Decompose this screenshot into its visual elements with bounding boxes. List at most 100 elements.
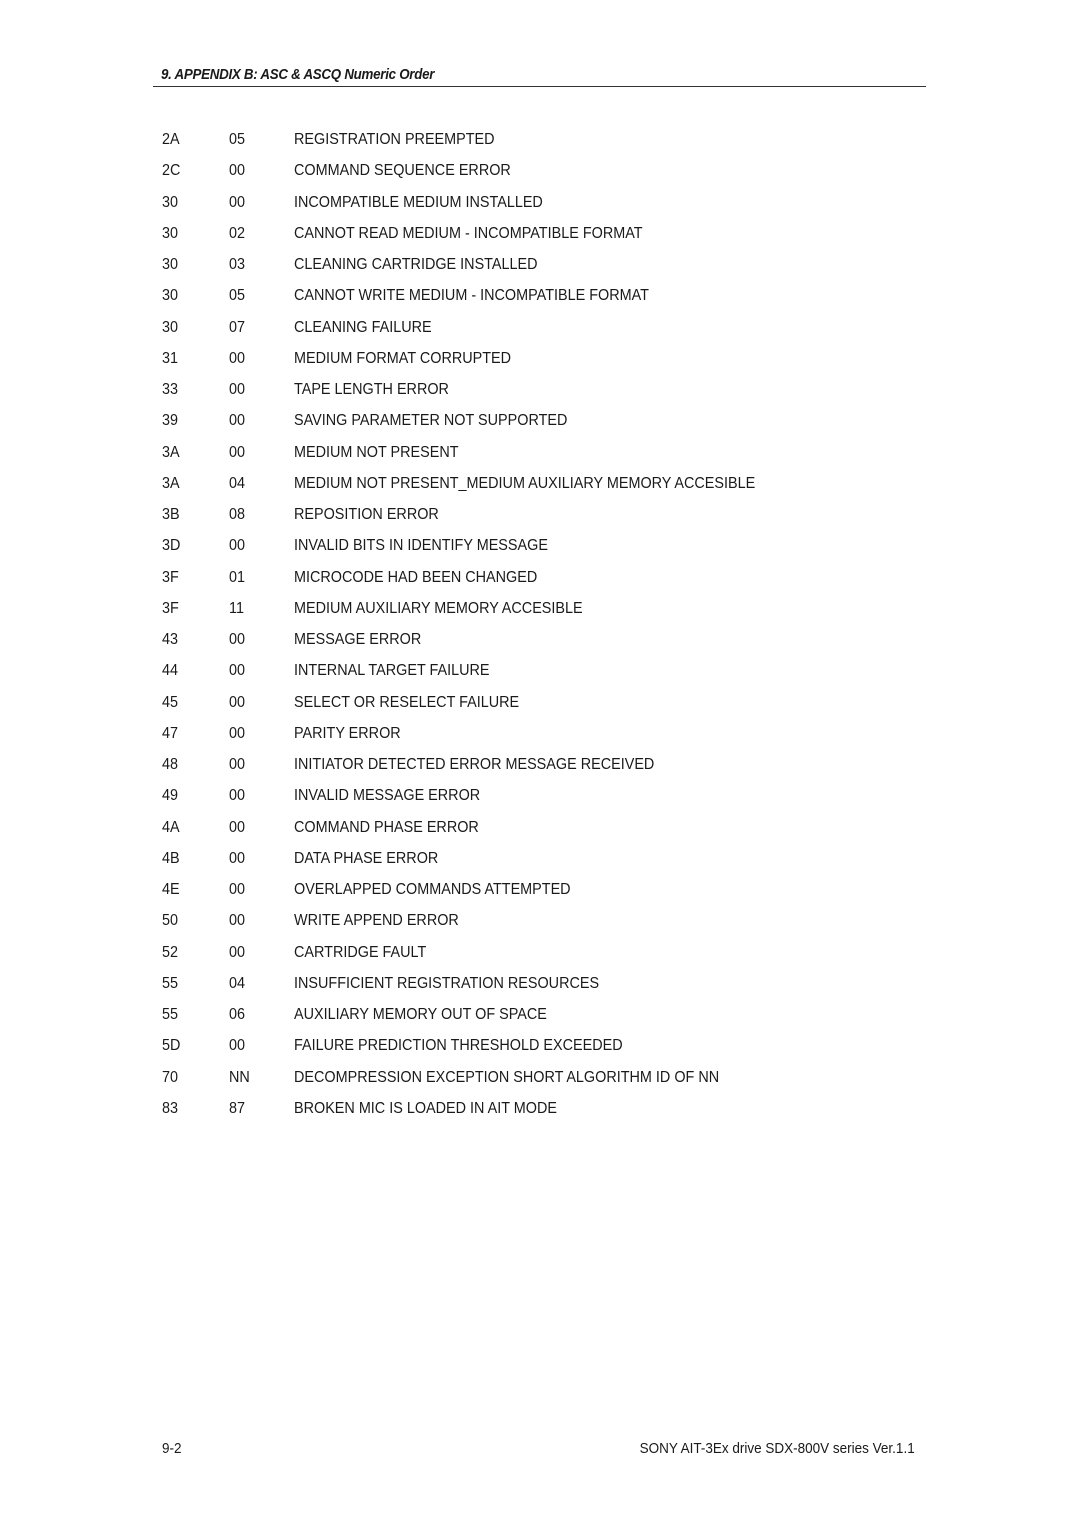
asc-code: 3A xyxy=(162,474,180,492)
error-description: SAVING PARAMETER NOT SUPPORTED xyxy=(294,412,568,430)
section-title: 9. APPENDIX B: ASC & ASCQ Numeric Order xyxy=(161,67,435,83)
asc-code: 43 xyxy=(162,631,179,648)
error-description: INITIATOR DETECTED ERROR MESSAGE RECEIVE… xyxy=(294,756,655,773)
error-description: AUXILIARY MEMORY OUT OF SPACE xyxy=(294,1006,547,1023)
asc-code: 3B xyxy=(162,506,180,523)
error-description: MICROCODE HAD BEEN CHANGED xyxy=(294,568,538,586)
ascq-code: 00 xyxy=(229,881,246,898)
ascq-code: 05 xyxy=(229,131,246,148)
error-description: CANNOT READ MEDIUM - INCOMPATIBLE FORMAT xyxy=(294,224,643,242)
ascq-code: 00 xyxy=(229,1037,246,1055)
asc-code: 39 xyxy=(162,412,179,430)
asc-code: 30 xyxy=(162,224,179,242)
ascq-code: 00 xyxy=(229,724,246,742)
error-description: WRITE APPEND ERROR xyxy=(294,912,459,930)
asc-code: 47 xyxy=(162,724,179,742)
error-description: CANNOT WRITE MEDIUM - INCOMPATIBLE FORMA… xyxy=(294,287,649,305)
asc-code: 55 xyxy=(162,974,179,992)
error-description: DECOMPRESSION EXCEPTION SHORT ALGORITHM … xyxy=(294,1068,720,1086)
asc-code: 2C xyxy=(162,162,181,180)
asc-code: 3A xyxy=(162,443,180,461)
ascq-code: 00 xyxy=(229,818,246,836)
ascq-code: 00 xyxy=(229,162,246,180)
error-description: MEDIUM NOT PRESENT xyxy=(294,443,459,461)
ascq-code: 07 xyxy=(229,318,246,336)
asc-code: 55 xyxy=(162,1006,179,1023)
asc-code: 52 xyxy=(162,943,179,961)
ascq-code: 00 xyxy=(229,912,246,930)
ascq-code: 00 xyxy=(229,693,246,711)
error-description: REGISTRATION PREEMPTED xyxy=(294,131,495,148)
error-description: INTERNAL TARGET FAILURE xyxy=(294,662,490,680)
asc-code: 48 xyxy=(162,756,179,773)
ascq-code: 00 xyxy=(229,537,246,555)
error-description: MEDIUM NOT PRESENT_MEDIUM AUXILIARY MEMO… xyxy=(294,474,756,492)
asc-code: 2A xyxy=(162,131,180,148)
error-description: CLEANING FAILURE xyxy=(294,318,432,336)
page-header: 9. APPENDIX B: ASC & ASCQ Numeric Order xyxy=(153,64,926,87)
asc-code: 30 xyxy=(162,318,179,336)
ascq-code: 00 xyxy=(229,662,246,680)
error-description: INVALID MESSAGE ERROR xyxy=(294,787,481,805)
error-description: MEDIUM FORMAT CORRUPTED xyxy=(294,349,512,367)
ascq-code: 00 xyxy=(229,193,246,211)
asc-code: 4E xyxy=(162,881,180,898)
error-description: COMMAND SEQUENCE ERROR xyxy=(294,162,511,180)
ascq-code: 87 xyxy=(229,1099,246,1117)
asc-code: 3D xyxy=(162,537,181,555)
ascq-code: 02 xyxy=(229,224,246,242)
ascq-code: 00 xyxy=(229,756,246,773)
error-description: INVALID BITS IN IDENTIFY MESSAGE xyxy=(294,537,548,555)
asc-code: 30 xyxy=(162,287,179,305)
ascq-code: NN xyxy=(229,1068,250,1086)
ascq-code: 08 xyxy=(229,506,246,523)
error-description: INCOMPATIBLE MEDIUM INSTALLED xyxy=(294,193,543,211)
error-description: COMMAND PHASE ERROR xyxy=(294,818,479,836)
error-description: DATA PHASE ERROR xyxy=(294,849,439,867)
error-description: CARTRIDGE FAULT xyxy=(294,943,427,961)
ascq-code: 00 xyxy=(229,381,246,398)
error-description: BROKEN MIC IS LOADED IN AIT MODE xyxy=(294,1099,557,1117)
ascq-code: 03 xyxy=(229,256,246,273)
ascq-code: 11 xyxy=(229,599,244,617)
ascq-code: 00 xyxy=(229,943,246,961)
asc-code: 83 xyxy=(162,1099,179,1117)
ascq-code: 04 xyxy=(229,474,246,492)
ascq-code: 00 xyxy=(229,349,246,367)
ascq-code: 00 xyxy=(229,849,246,867)
ascq-code: 04 xyxy=(229,974,246,992)
ascq-code: 00 xyxy=(229,412,246,430)
document-title: SONY AIT-3Ex drive SDX-800V series Ver.1… xyxy=(639,1440,915,1457)
asc-code: 31 xyxy=(162,349,179,367)
error-description: SELECT OR RESELECT FAILURE xyxy=(294,693,520,711)
asc-code: 30 xyxy=(162,256,179,273)
page-number: 9-2 xyxy=(162,1440,182,1457)
error-description: INSUFFICIENT REGISTRATION RESOURCES xyxy=(294,974,600,992)
error-description: CLEANING CARTRIDGE INSTALLED xyxy=(294,256,538,273)
error-description: PARITY ERROR xyxy=(294,724,401,742)
asc-code: 3F xyxy=(162,568,179,586)
ascq-code: 00 xyxy=(229,787,246,805)
asc-code: 45 xyxy=(162,693,179,711)
ascq-code: 06 xyxy=(229,1006,246,1023)
error-description: FAILURE PREDICTION THRESHOLD EXCEEDED xyxy=(294,1037,623,1055)
ascq-code: 01 xyxy=(229,568,246,586)
ascq-code: 00 xyxy=(229,443,246,461)
asc-code: 4B xyxy=(162,849,180,867)
asc-code: 49 xyxy=(162,787,179,805)
asc-code: 33 xyxy=(162,381,179,398)
asc-code: 5D xyxy=(162,1037,181,1055)
error-description: MEDIUM AUXILIARY MEMORY ACCESIBLE xyxy=(294,599,583,617)
asc-code: 44 xyxy=(162,662,179,680)
asc-code: 3F xyxy=(162,599,179,617)
ascq-code: 05 xyxy=(229,287,246,305)
error-description: OVERLAPPED COMMANDS ATTEMPTED xyxy=(294,881,571,898)
asc-code: 4A xyxy=(162,818,180,836)
error-description: TAPE LENGTH ERROR xyxy=(294,381,449,398)
ascq-code: 00 xyxy=(229,631,246,648)
error-description: REPOSITION ERROR xyxy=(294,506,439,523)
asc-code: 50 xyxy=(162,912,179,930)
error-description: MESSAGE ERROR xyxy=(294,631,422,648)
asc-code: 70 xyxy=(162,1068,179,1086)
asc-code: 30 xyxy=(162,193,179,211)
